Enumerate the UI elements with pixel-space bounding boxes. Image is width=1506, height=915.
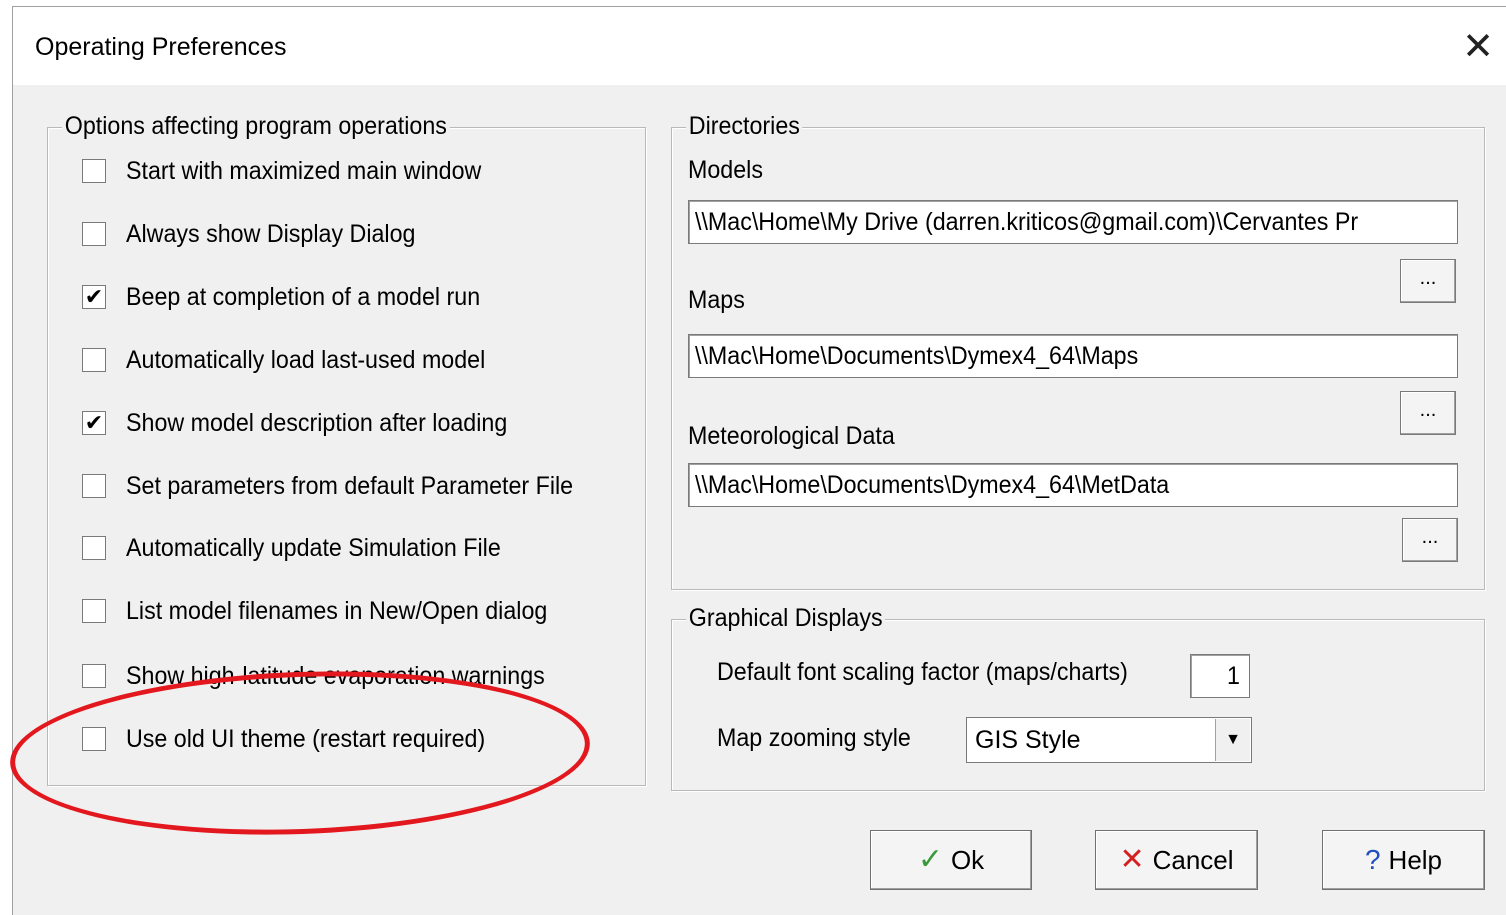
- option-checkbox-row[interactable]: Set parameters from default Parameter Fi…: [82, 469, 607, 503]
- option-label: Set parameters from default Parameter Fi…: [126, 471, 574, 500]
- window-title: Operating Preferences: [35, 33, 287, 61]
- option-label: Show model description after loading: [126, 408, 508, 437]
- checkbox-unchecked[interactable]: [82, 222, 106, 246]
- models-path-field[interactable]: \\Mac\Home\My Drive (darren.kriticos@gma…: [688, 200, 1458, 244]
- graphical-displays-group: Graphical Displays Default font scaling …: [671, 603, 1485, 791]
- option-checkbox-row[interactable]: Use old UI theme (restart required): [82, 722, 512, 756]
- models-path-text: \\Mac\Home\My Drive (darren.kriticos@gma…: [695, 208, 1359, 236]
- option-checkbox-row[interactable]: Always show Display Dialog: [82, 217, 437, 251]
- options-group: Options affecting program operations Sta…: [47, 111, 646, 786]
- cancel-button[interactable]: ✕ Cancel: [1095, 830, 1258, 890]
- operating-preferences-dialog: Operating Preferences ✕ Options affectin…: [12, 6, 1506, 915]
- directories-group: Directories Models \\Mac\Home\My Drive (…: [671, 111, 1485, 590]
- option-label: Beep at completion of a model run: [126, 282, 481, 311]
- checkbox-unchecked[interactable]: [82, 599, 106, 623]
- map-zoom-value: GIS Style: [975, 726, 1081, 754]
- chevron-down-icon[interactable]: ▼: [1215, 719, 1250, 761]
- option-checkbox-row[interactable]: List model filenames in New/Open dialog: [82, 594, 579, 628]
- x-icon: ✕: [1119, 843, 1145, 876]
- met-data-path-field[interactable]: \\Mac\Home\Documents\Dymex4_64\MetData: [688, 463, 1458, 507]
- checkbox-unchecked[interactable]: [82, 536, 106, 560]
- close-icon[interactable]: ✕: [1450, 7, 1506, 85]
- option-label: List model filenames in New/Open dialog: [126, 596, 548, 625]
- models-browse-button[interactable]: ...: [1400, 259, 1456, 303]
- cancel-label: Cancel: [1152, 844, 1234, 875]
- option-label: Automatically update Simulation File: [126, 533, 501, 562]
- help-button[interactable]: ? Help: [1322, 830, 1485, 890]
- checkbox-checked[interactable]: ✔: [82, 411, 106, 435]
- option-checkbox-row[interactable]: Show high-latitude evaporation warnings: [82, 659, 576, 693]
- checkbox-checked[interactable]: ✔: [82, 285, 106, 309]
- option-label: Show high-latitude evaporation warnings: [126, 661, 545, 690]
- question-icon: ?: [1364, 844, 1381, 875]
- checkbox-unchecked[interactable]: [82, 727, 106, 751]
- option-checkbox-row[interactable]: ✔ Beep at completion of a model run: [82, 280, 507, 314]
- map-zoom-select[interactable]: GIS Style ▼: [966, 717, 1252, 763]
- maps-path-text: \\Mac\Home\Documents\Dymex4_64\Maps: [695, 342, 1139, 370]
- maps-path-field[interactable]: \\Mac\Home\Documents\Dymex4_64\Maps: [688, 334, 1458, 378]
- font-scale-field[interactable]: 1: [1190, 654, 1250, 698]
- directories-group-title: Directories: [686, 111, 803, 141]
- met-data-browse-button[interactable]: ...: [1402, 518, 1458, 562]
- option-label: Automatically load last-used model: [126, 345, 486, 374]
- graphical-displays-title: Graphical Displays: [686, 603, 886, 633]
- checkbox-unchecked[interactable]: [82, 159, 106, 183]
- option-label: Use old UI theme (restart required): [126, 724, 486, 753]
- models-label: Models: [688, 156, 763, 184]
- checkbox-unchecked[interactable]: [82, 348, 106, 372]
- ok-label: Ok: [950, 844, 985, 875]
- title-bar: Operating Preferences ✕: [13, 7, 1506, 85]
- options-group-title: Options affecting program operations: [62, 111, 450, 141]
- option-label: Always show Display Dialog: [126, 219, 416, 248]
- option-checkbox-row[interactable]: Automatically load last-used model: [82, 343, 512, 377]
- maps-label: Maps: [688, 286, 745, 314]
- map-zoom-label: Map zooming style: [717, 724, 911, 752]
- font-scale-value: 1: [1227, 662, 1241, 690]
- option-checkbox-row[interactable]: Start with maximized main window: [82, 154, 508, 188]
- option-checkbox-row[interactable]: ✔ Show model description after loading: [82, 406, 536, 440]
- option-label: Start with maximized main window: [126, 156, 482, 185]
- help-label: Help: [1388, 844, 1443, 875]
- checkbox-unchecked[interactable]: [82, 664, 106, 688]
- met-data-path-text: \\Mac\Home\Documents\Dymex4_64\MetData: [695, 471, 1170, 499]
- check-icon: ✓: [917, 843, 943, 876]
- ok-button[interactable]: ✓ Ok: [870, 830, 1032, 890]
- maps-browse-button[interactable]: ...: [1400, 391, 1456, 435]
- option-checkbox-row[interactable]: Automatically update Simulation File: [82, 531, 529, 565]
- met-data-label: Meteorological Data: [688, 422, 895, 450]
- checkbox-unchecked[interactable]: [82, 474, 106, 498]
- font-scale-label: Default font scaling factor (maps/charts…: [717, 658, 1128, 686]
